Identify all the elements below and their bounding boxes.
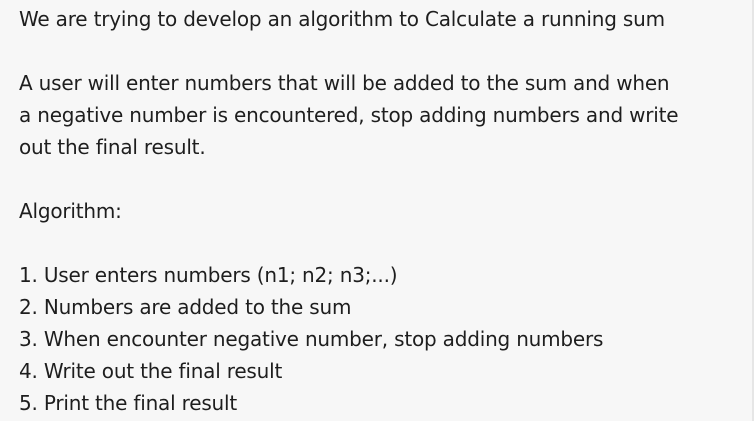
algorithm-step: 4. Write out the final result <box>19 359 283 383</box>
description-line: A user will enter numbers that will be a… <box>19 71 670 95</box>
description-paragraph: A user will enter numbers that will be a… <box>19 67 754 163</box>
algorithm-heading: Algorithm: <box>19 199 122 223</box>
description-line: out the final result. <box>19 135 206 159</box>
algorithm-step: 3. When encounter negative number, stop … <box>19 327 604 351</box>
algorithm-steps-list: 1. User enters numbers (n1; n2; n3;...) … <box>19 259 754 419</box>
algorithm-step: 2. Numbers are added to the sum <box>19 295 352 319</box>
algorithm-step: 5. Print the final result <box>19 391 238 415</box>
document-page: We are trying to develop an algorithm to… <box>0 0 754 421</box>
description-line: a negative number is encountered, stop a… <box>19 103 679 127</box>
algorithm-step: 1. User enters numbers (n1; n2; n3;...) <box>19 263 398 287</box>
intro-text: We are trying to develop an algorithm to… <box>19 7 665 31</box>
